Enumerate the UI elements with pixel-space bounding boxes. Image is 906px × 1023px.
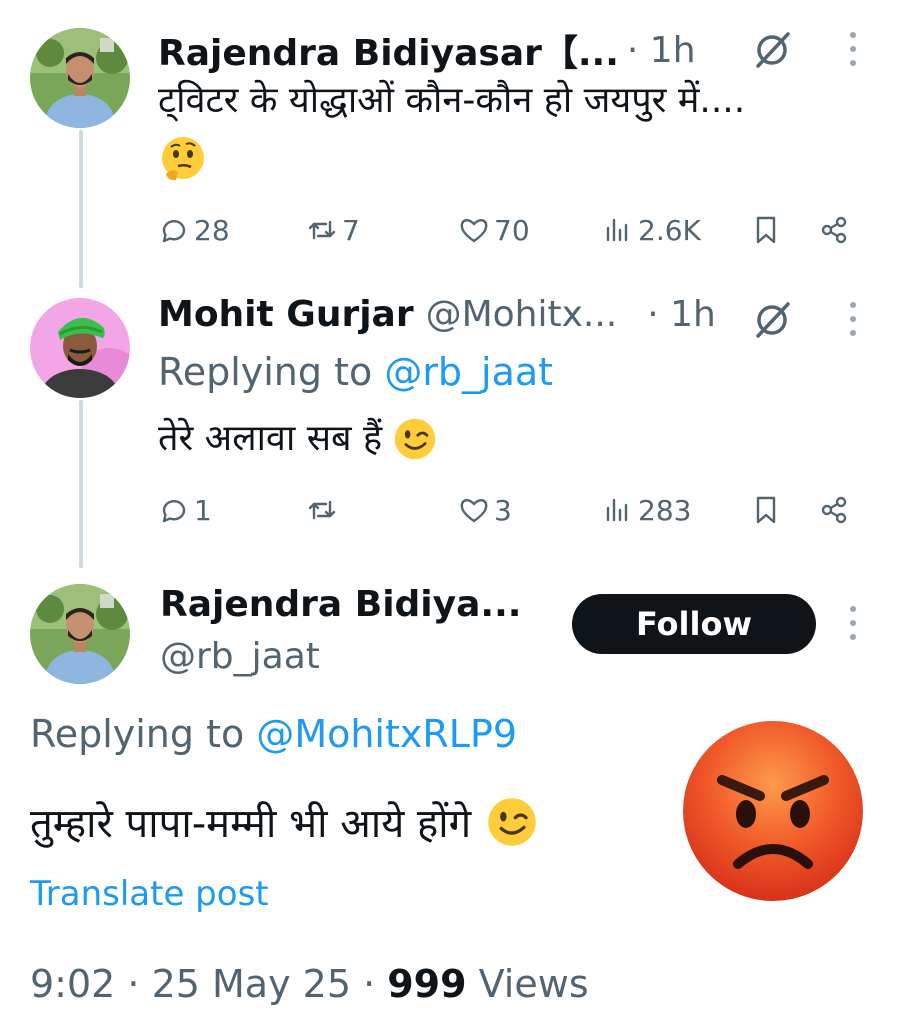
bookmark-icon: [756, 496, 776, 524]
main-text-content: तुम्हारे पापा-मम्मी भी आये होंगे: [30, 801, 472, 847]
main-tweet-text: तुम्हारे पापा-मम्मी भी आये होंगे: [30, 794, 539, 849]
bookmark-button[interactable]: [750, 488, 786, 532]
share-icon: [821, 216, 847, 244]
more-options-icon[interactable]: [848, 32, 858, 66]
like-button[interactable]: 3: [458, 488, 512, 532]
replying-handle-link[interactable]: @rb_jaat: [384, 350, 553, 394]
like-count: 3: [494, 493, 512, 527]
views-button[interactable]: 2.6K: [602, 208, 701, 252]
tweet2-text-content: तेरे अलावा सब हैं: [158, 418, 383, 459]
post-timestamp[interactable]: 9:02 · 25 May 25 ·: [30, 962, 387, 1006]
like-button[interactable]: 70: [458, 208, 530, 252]
avatar-mohit[interactable]: [30, 298, 130, 398]
views-icon: [606, 498, 628, 522]
reply-count: 28: [194, 213, 230, 247]
winking-face-icon: [488, 797, 536, 846]
repost-count: 7: [342, 213, 360, 247]
bookmark-button[interactable]: [750, 208, 786, 252]
winking-face-icon: [394, 418, 436, 460]
angry-face-icon: [683, 721, 863, 901]
replying-handle-link[interactable]: @MohitxRLP9: [256, 712, 517, 756]
heart-icon: [460, 219, 488, 243]
tweet2-text: तेरे अलावा सब हैं: [158, 414, 438, 464]
thinking-face-icon: [162, 137, 204, 181]
main-author-name[interactable]: Rajendra Bidiya...: [160, 584, 521, 625]
tweet1-actions: 28 7 70 2.6K: [158, 208, 858, 252]
more-options-icon[interactable]: [848, 302, 858, 336]
tweet2-replying-to: Replying to @rb_jaat: [158, 350, 553, 394]
tweet2-timestamp[interactable]: · 1h: [647, 294, 716, 335]
replying-prefix: Replying to: [30, 712, 257, 756]
reply-icon: [162, 500, 186, 523]
main-replying-to: Replying to @MohitxRLP9: [30, 712, 517, 756]
tweet2-author-name[interactable]: Mohit Gurjar: [158, 294, 414, 335]
tweet1-author-name[interactable]: Rajendra Bidiyasar【...: [158, 24, 619, 76]
tweet2-handle[interactable]: @Mohitx...: [426, 294, 618, 335]
tweet1-timestamp[interactable]: · 1h: [627, 30, 696, 71]
views-button[interactable]: 283: [602, 488, 691, 532]
grok-icon[interactable]: [752, 300, 792, 340]
post-views-count[interactable]: 999: [387, 962, 466, 1006]
views-count: 2.6K: [638, 213, 701, 247]
repost-icon: [308, 220, 336, 240]
reply-button[interactable]: 28: [158, 208, 230, 252]
tweet1-text: ट्विटर के योद्धाओं कौन-कौन हो जयपुर में.…: [158, 76, 745, 126]
repost-icon: [308, 500, 336, 520]
avatar-rajendra[interactable]: [30, 28, 130, 128]
avatar-rajendra-main[interactable]: [30, 584, 130, 684]
translate-post-link[interactable]: Translate post: [30, 874, 269, 914]
tweet2-header: Mohit Gurjar @Mohitx... · 1h: [158, 294, 716, 335]
main-author-handle[interactable]: @rb_jaat: [160, 636, 320, 677]
reply-count: 1: [194, 493, 212, 527]
bookmark-icon: [756, 216, 776, 244]
replying-prefix: Replying to: [158, 350, 385, 394]
share-icon: [821, 496, 847, 524]
tweet1-header: Rajendra Bidiyasar【... · 1h: [158, 24, 696, 76]
grok-icon[interactable]: [752, 30, 792, 70]
like-count: 70: [494, 213, 530, 247]
views-icon: [606, 218, 628, 242]
tweet2-actions: 1 3 283: [158, 488, 858, 532]
repost-button[interactable]: [306, 488, 342, 532]
share-button[interactable]: [818, 488, 854, 532]
more-options-icon[interactable]: [848, 606, 858, 640]
post-meta: 9:02 · 25 May 25 · 999 Views: [30, 962, 589, 1006]
post-views-label: Views: [466, 962, 589, 1006]
thread-line-1: [79, 130, 83, 288]
reply-button[interactable]: 1: [158, 488, 212, 532]
tweet1-text-content: ट्विटर के योद्धाओं कौन-कौन हो जयपुर में.…: [158, 80, 746, 121]
thread-line-2: [79, 400, 83, 568]
repost-button[interactable]: 7: [306, 208, 360, 252]
views-count: 283: [638, 493, 692, 527]
share-button[interactable]: [818, 208, 854, 252]
reply-icon: [162, 220, 186, 243]
follow-button[interactable]: Follow: [572, 594, 816, 654]
heart-icon: [460, 499, 488, 523]
